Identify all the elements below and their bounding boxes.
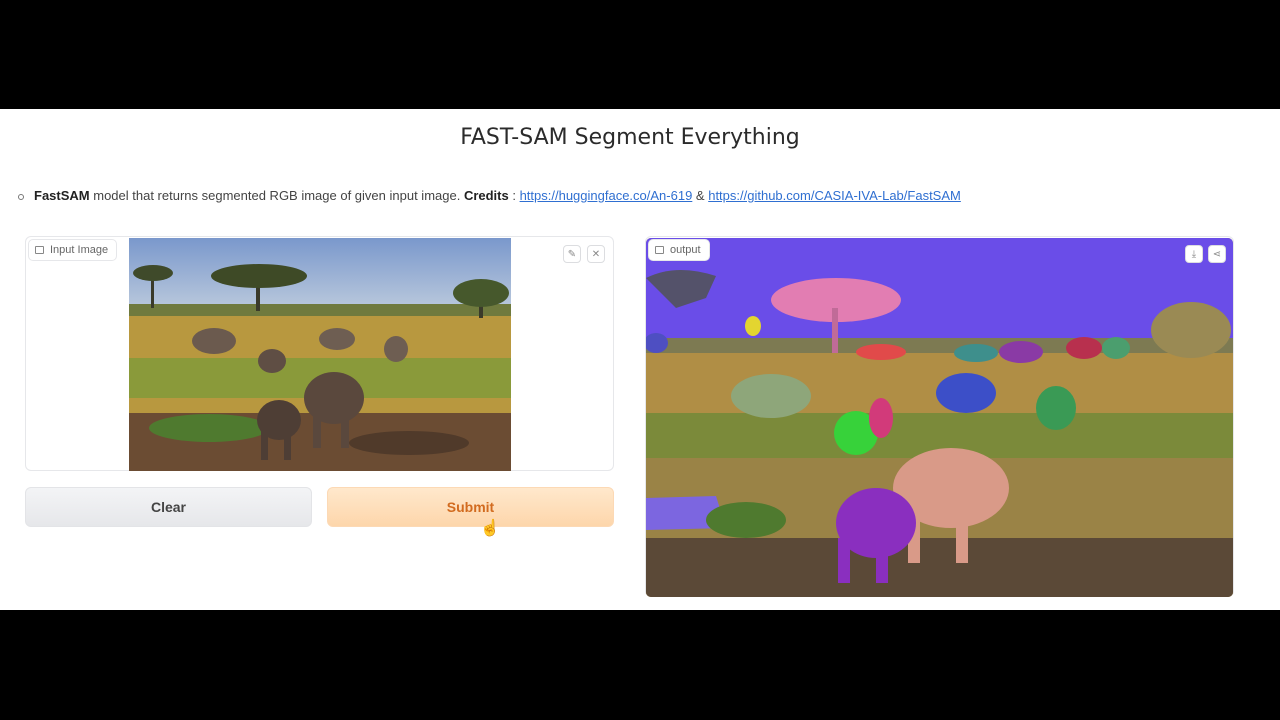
- clear-button[interactable]: Clear: [25, 487, 312, 527]
- credits-label: Credits: [463, 188, 509, 203]
- huggingface-link[interactable]: https://huggingface.co/An-619: [520, 188, 693, 203]
- model-name: FastSAM: [34, 188, 90, 203]
- input-photo: [129, 238, 511, 471]
- download-icon[interactable]: ⤓: [1185, 245, 1203, 263]
- app-page: FAST-SAM Segment Everything FastSAM mode…: [0, 109, 1280, 610]
- close-icon[interactable]: ✕: [587, 245, 605, 263]
- hand-cursor-icon: ☝: [480, 520, 500, 537]
- pencil-icon[interactable]: ✎: [563, 245, 581, 263]
- bullet-icon: [18, 193, 24, 200]
- share-icon[interactable]: ⋖: [1208, 245, 1226, 263]
- github-link[interactable]: https://github.com/CASIA-IVA-Lab/FastSAM: [708, 188, 961, 203]
- image-icon: [655, 246, 664, 254]
- input-image-label: Input Image: [28, 239, 118, 261]
- output-image-panel[interactable]: output ⤓ ⋖: [645, 236, 1234, 597]
- image-icon: [35, 246, 44, 254]
- output-label: output: [648, 239, 710, 261]
- page-title: FAST-SAM Segment Everything: [460, 125, 800, 150]
- submit-button[interactable]: Submit: [327, 487, 614, 527]
- link-separator: &: [692, 188, 709, 203]
- description-text: model that returns segmented RGB image o…: [89, 188, 464, 203]
- description: FastSAM model that returns segmented RGB…: [18, 188, 961, 203]
- input-image-label-text: Input Image: [50, 244, 109, 256]
- input-image-panel[interactable]: Input Image ✎ ✕: [25, 236, 614, 471]
- segmented-output-image: [646, 238, 1233, 597]
- output-label-text: output: [670, 244, 701, 256]
- credits-separator: :: [508, 188, 520, 203]
